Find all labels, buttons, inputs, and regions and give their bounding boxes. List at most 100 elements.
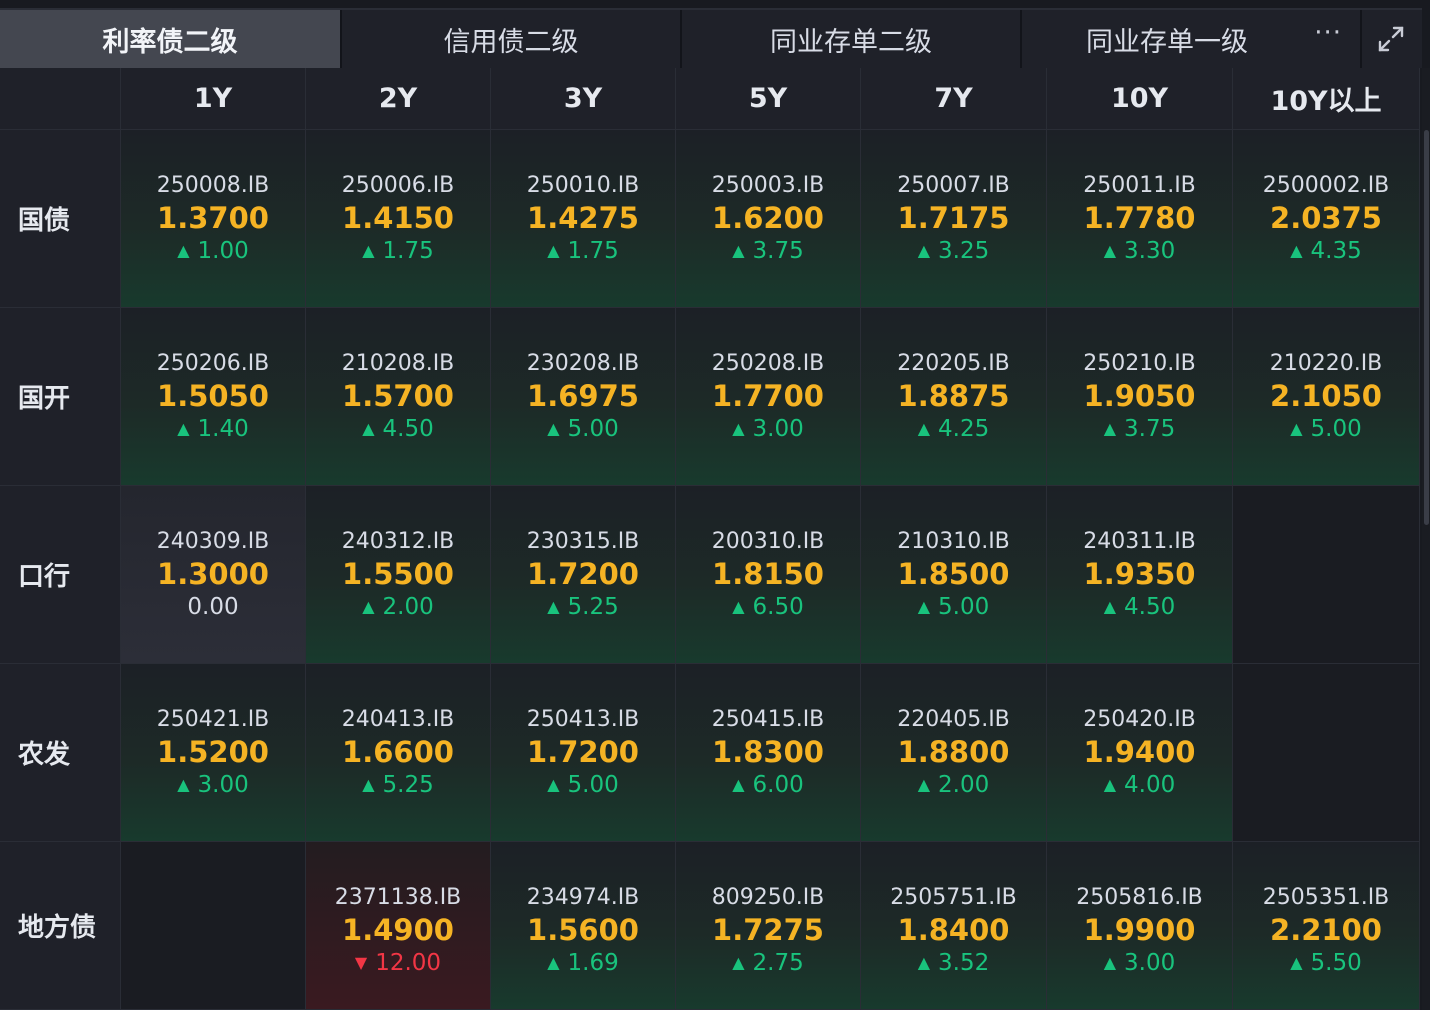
bond-cell[interactable]: 250006.IB 1.4150 ▲ 1.75 [306, 130, 491, 308]
bond-yield: 1.7780 [1083, 201, 1196, 235]
bond-code: 2500002.IB [1262, 173, 1390, 198]
bond-code: 240311.IB [1083, 529, 1196, 554]
yield-change-value: 2.75 [752, 950, 804, 976]
bond-cell[interactable]: 250208.IB 1.7700 ▲ 3.00 [676, 308, 861, 486]
triangle-up-icon: ▲ [732, 775, 745, 794]
column-header[interactable]: 2Y [306, 68, 491, 130]
bond-code: 250208.IB [711, 351, 825, 376]
column-header[interactable]: 3Y [491, 68, 676, 130]
yield-change: ▲ 3.00 [1104, 948, 1176, 978]
bond-cell[interactable]: 230315.IB 1.7200 ▲ 5.25 [491, 486, 676, 664]
bond-yield: 1.8400 [897, 913, 1010, 947]
yield-change: ▲ 3.00 [732, 414, 804, 444]
bond-cell[interactable]: 2371138.IB 1.4900 ▼ 12.00 [306, 842, 491, 1010]
bond-cell[interactable]: 2505751.IB 1.8400 ▲ 3.52 [861, 842, 1047, 1010]
bond-cell[interactable]: 2505816.IB 1.9900 ▲ 3.00 [1047, 842, 1233, 1010]
tab-ncd-secondary[interactable]: 同业存单二级 [682, 10, 1022, 68]
yield-change-value: 12.00 [375, 950, 442, 976]
bond-cell[interactable]: 250421.IB 1.5200 ▲ 3.00 [121, 664, 306, 842]
yield-change: ▲ 3.75 [1104, 414, 1176, 444]
bond-cell[interactable]: 230208.IB 1.6975 ▲ 5.00 [491, 308, 676, 486]
column-header[interactable]: 10Y [1047, 68, 1233, 130]
bond-yield: 1.6600 [342, 735, 454, 769]
bond-cell[interactable]: 250011.IB 1.7780 ▲ 3.30 [1047, 130, 1233, 308]
triangle-up-icon: ▲ [1290, 419, 1303, 438]
yield-change-value: 2.00 [382, 594, 434, 620]
bond-cell[interactable]: 240312.IB 1.5500 ▲ 2.00 [306, 486, 491, 664]
yield-matrix: 1Y 2Y 3Y 5Y 7Y 10Y 10Y以上 国债 250008.IB 1.3700 ▲ 1.00… [0, 68, 1420, 1010]
triangle-up-icon: ▲ [177, 241, 190, 260]
bond-cell[interactable]: 250003.IB 1.6200 ▲ 3.75 [676, 130, 861, 308]
bond-cell[interactable]: 250420.IB 1.9400 ▲ 4.00 [1047, 664, 1233, 842]
bond-yield: 1.5200 [157, 735, 269, 769]
bond-cell[interactable]: 200310.IB 1.8150 ▲ 6.50 [676, 486, 861, 664]
bond-yield: 1.4150 [342, 201, 454, 235]
column-header[interactable]: 10Y以上 [1233, 68, 1420, 130]
tab-credit-bond-secondary[interactable]: 信用债二级 [342, 10, 682, 68]
triangle-up-icon: ▲ [1103, 419, 1117, 438]
empty-cell [121, 842, 306, 1010]
yield-change: ▲ 1.40 [177, 414, 249, 444]
bond-cell[interactable]: 240309.IB 1.3000 0.00 [121, 486, 306, 664]
bond-code: 200310.IB [711, 529, 825, 554]
column-header[interactable]: 5Y [676, 68, 861, 130]
yield-change-value: 0.00 [187, 594, 239, 620]
bond-cell[interactable]: 2505351.IB 2.2100 ▲ 5.50 [1233, 842, 1420, 1010]
scrollbar-thumb[interactable] [1424, 130, 1429, 525]
bond-cell[interactable]: 220205.IB 1.8875 ▲ 4.25 [861, 308, 1047, 486]
bond-code: 230315.IB [526, 529, 640, 554]
bond-code: 2371138.IB [334, 885, 462, 910]
bond-cell[interactable]: 250415.IB 1.8300 ▲ 6.00 [676, 664, 861, 842]
bond-cell[interactable]: 250413.IB 1.7200 ▲ 5.00 [491, 664, 676, 842]
corner-cell [0, 68, 121, 130]
column-header[interactable]: 1Y [121, 68, 306, 130]
yield-change-value: 3.52 [938, 950, 990, 976]
yield-change-value: 5.25 [567, 594, 619, 620]
bond-cell[interactable]: 809250.IB 1.7275 ▲ 2.75 [676, 842, 861, 1010]
bond-cell[interactable]: 250206.IB 1.5050 ▲ 1.40 [121, 308, 306, 486]
bond-yield: 1.7275 [712, 913, 824, 947]
bond-code: 2505351.IB [1262, 885, 1390, 910]
bond-cell[interactable]: 220405.IB 1.8800 ▲ 2.00 [861, 664, 1047, 842]
bond-yield: 1.9400 [1083, 735, 1196, 769]
bond-cell[interactable]: 210310.IB 1.8500 ▲ 5.00 [861, 486, 1047, 664]
yield-change-value: 5.00 [1310, 416, 1362, 442]
bond-cell[interactable]: 210208.IB 1.5700 ▲ 4.50 [306, 308, 491, 486]
yield-change-value: 1.75 [382, 238, 434, 264]
yield-change-value: 3.25 [938, 238, 990, 264]
yield-change-value: 2.00 [938, 772, 990, 798]
bond-code: 250413.IB [526, 707, 640, 732]
bond-cell[interactable]: 250210.IB 1.9050 ▲ 3.75 [1047, 308, 1233, 486]
row-label: 口行 [0, 486, 121, 664]
yield-change: ▲ 6.00 [732, 770, 804, 800]
triangle-up-icon: ▲ [917, 419, 931, 438]
yield-change: ▲ 4.50 [1104, 592, 1176, 622]
bond-cell[interactable]: 250010.IB 1.4275 ▲ 1.75 [491, 130, 676, 308]
ellipsis-icon[interactable]: ··· [1314, 18, 1342, 48]
triangle-up-icon: ▲ [1103, 597, 1117, 616]
tab-rate-bond-secondary[interactable]: 利率债二级 [0, 10, 342, 68]
column-header[interactable]: 7Y [861, 68, 1047, 130]
yield-change: ▲ 2.75 [732, 948, 804, 978]
bond-cell[interactable]: 250008.IB 1.3700 ▲ 1.00 [121, 130, 306, 308]
bond-cell[interactable]: 234974.IB 1.5600 ▲ 1.69 [491, 842, 676, 1010]
empty-cell [1233, 486, 1420, 664]
bond-cell[interactable]: 240311.IB 1.9350 ▲ 4.50 [1047, 486, 1233, 664]
yield-change-value: 1.69 [567, 950, 619, 976]
yield-change: ▲ 6.50 [732, 592, 804, 622]
bond-yield: 1.5700 [342, 379, 454, 413]
bond-yield: 1.5050 [157, 379, 269, 413]
expand-button[interactable] [1362, 10, 1420, 68]
yield-change-value: 4.35 [1310, 238, 1362, 264]
bond-yield: 2.0375 [1270, 201, 1382, 235]
bond-code: 240413.IB [341, 707, 455, 732]
bond-yield: 1.6975 [527, 379, 639, 413]
yield-change-value: 5.25 [382, 772, 434, 798]
bond-cell[interactable]: 250007.IB 1.7175 ▲ 3.25 [861, 130, 1047, 308]
bond-code: 250008.IB [156, 173, 270, 198]
bond-code: 2505816.IB [1076, 885, 1203, 910]
tab-ncd-primary[interactable]: 同业存单一级 ··· [1022, 10, 1362, 68]
bond-cell[interactable]: 210220.IB 2.1050 ▲ 5.00 [1233, 308, 1420, 486]
bond-cell[interactable]: 240413.IB 1.6600 ▲ 5.25 [306, 664, 491, 842]
bond-cell[interactable]: 2500002.IB 2.0375 ▲ 4.35 [1233, 130, 1420, 308]
